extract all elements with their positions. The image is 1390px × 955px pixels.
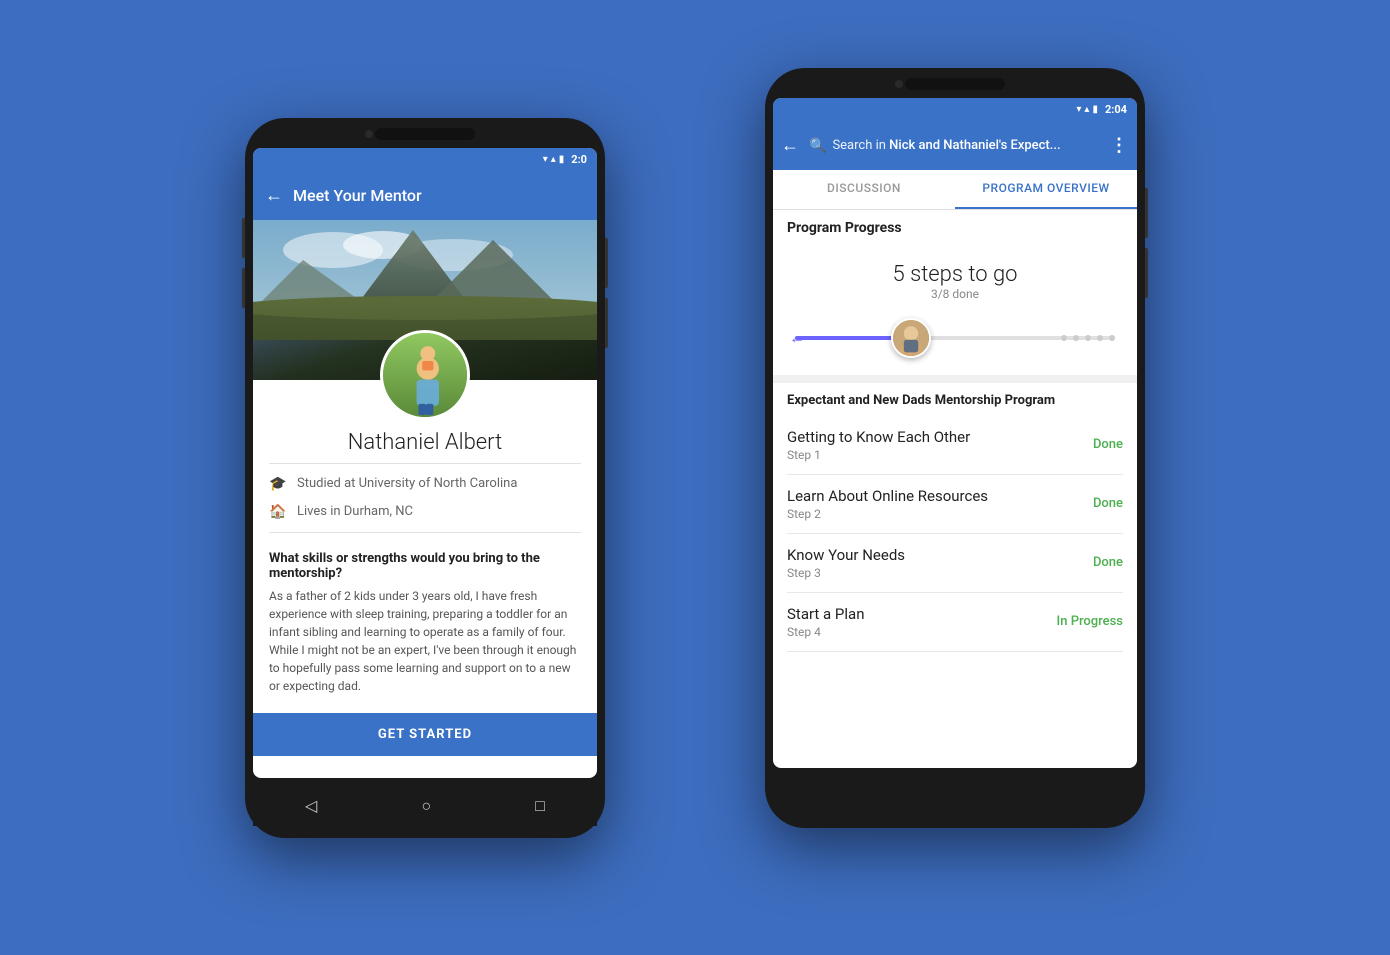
step-name-1: Getting to Know Each Other — [787, 428, 970, 446]
more-options-icon[interactable]: ⋮ — [1110, 135, 1129, 156]
bottom-nav-left: ◁ ○ □ — [253, 786, 597, 826]
done-fraction: 3/8 done — [787, 287, 1123, 301]
app-bar-right: ← 🔍 Search in Nick and Nathaniel's Expec… — [773, 122, 1137, 170]
step-info-4: Start a Plan Step 4 — [787, 605, 864, 639]
search-prefix: Search in — [832, 138, 886, 153]
status-icons-left: ▾ ▴ ▮ 2:0 — [543, 153, 587, 166]
phone-left: ▾ ▴ ▮ 2:0 ← Meet Your Mentor — [245, 118, 605, 838]
phone-camera-right — [895, 80, 903, 88]
step-info-3: Know Your Needs Step 3 — [787, 546, 905, 580]
phone-notch-right — [905, 78, 1005, 90]
screen-title-left: Meet Your Mentor — [293, 186, 585, 205]
progress-bar-container: ← — [787, 313, 1123, 363]
battery-icon-left: ▮ — [559, 154, 565, 165]
back-arrow-left[interactable]: ← — [265, 185, 283, 206]
steps-section: Expectant and New Dads Mentorship Progra… — [773, 383, 1137, 658]
progress-dots — [1061, 335, 1115, 341]
step-num-2: Step 2 — [787, 507, 988, 521]
step-item-2[interactable]: Learn About Online Resources Step 2 Done — [787, 475, 1123, 534]
dot-4 — [1097, 335, 1103, 341]
steps-to-go: 5 steps to go — [787, 262, 1123, 287]
education-icon: 🎓 — [269, 476, 287, 492]
progress-thumb — [891, 318, 931, 358]
location-row: 🏠 Lives in Durham, NC — [253, 498, 597, 526]
step-name-3: Know Your Needs — [787, 546, 905, 564]
signal-icon-right: ▴ — [1084, 104, 1089, 115]
avatar-left — [380, 330, 470, 420]
question-title: What skills or strengths would you bring… — [269, 551, 581, 581]
divider-1 — [269, 463, 581, 464]
steps-section-label: Expectant and New Dads Mentorship Progra… — [787, 393, 1123, 408]
step-num-1: Step 1 — [787, 448, 970, 462]
tab-program-overview-label: PROGRAM OVERVIEW — [982, 181, 1109, 195]
status-bar-left: ▾ ▴ ▮ 2:0 — [253, 148, 597, 172]
step-info-1: Getting to Know Each Other Step 1 — [787, 428, 970, 462]
step-num-3: Step 3 — [787, 566, 905, 580]
search-text: Search in Nick and Nathaniel's Expect... — [832, 138, 1060, 153]
tabs-bar: DISCUSSION PROGRAM OVERVIEW — [773, 170, 1137, 210]
battery-icon-right: ▮ — [1092, 104, 1098, 115]
education-text: Studied at University of North Carolina — [297, 476, 517, 491]
question-answer: As a father of 2 kids under 3 years old,… — [269, 587, 581, 695]
avatar-container — [253, 330, 597, 420]
step-name-2: Learn About Online Resources — [787, 487, 988, 505]
step-item-3[interactable]: Know Your Needs Step 3 Done — [787, 534, 1123, 593]
tab-discussion-label: DISCUSSION — [827, 181, 901, 195]
search-context: Nick and Nathaniel's Expect... — [889, 138, 1060, 153]
side-btn-top-left — [605, 238, 608, 288]
question-section: What skills or strengths would you bring… — [253, 539, 597, 703]
program-section: Program Progress — [773, 210, 1137, 250]
phone-notch-left — [375, 128, 475, 140]
location-text: Lives in Durham, NC — [297, 504, 413, 519]
signal-icon-left: ▴ — [551, 154, 556, 165]
side-btn-mid-right — [1145, 248, 1148, 298]
step-item-1[interactable]: Getting to Know Each Other Step 1 Done — [787, 416, 1123, 475]
vol-up-left — [242, 218, 245, 258]
status-icons-right: ▾ ▴ ▮ 2:04 — [1076, 103, 1127, 116]
phones-container: ▾ ▴ ▮ 2:0 ← Meet Your Mentor — [245, 68, 1145, 888]
phone-camera-left — [365, 130, 373, 138]
wifi-icon-right: ▾ — [1076, 104, 1081, 115]
step-status-3: Done — [1093, 555, 1123, 570]
status-bar-right: ▾ ▴ ▮ 2:04 — [773, 98, 1137, 122]
step-status-4: In Progress — [1057, 614, 1123, 629]
step-name-4: Start a Plan — [787, 605, 864, 623]
phone-screen-left: ▾ ▴ ▮ 2:0 ← Meet Your Mentor — [253, 148, 597, 778]
progress-card: 5 steps to go 3/8 done ← — [773, 250, 1137, 383]
search-icon: 🔍 — [809, 138, 826, 154]
progress-arrow-icon: ← — [789, 328, 805, 348]
phone-screen-right: ▾ ▴ ▮ 2:04 ← 🔍 Search in Nick and Nathan… — [773, 98, 1137, 768]
dot-1 — [1061, 335, 1067, 341]
tab-discussion[interactable]: DISCUSSION — [773, 170, 955, 209]
profile-name: Nathaniel Albert — [253, 430, 597, 455]
nav-back-left[interactable]: ◁ — [305, 796, 317, 815]
vol-down-left — [242, 268, 245, 308]
wifi-icon-left: ▾ — [543, 154, 548, 165]
step-info-2: Learn About Online Resources Step 2 — [787, 487, 988, 521]
tab-program-overview[interactable]: PROGRAM OVERVIEW — [955, 170, 1137, 209]
step-num-4: Step 4 — [787, 625, 864, 639]
time-right: 2:04 — [1105, 103, 1127, 116]
get-started-button[interactable]: GET STARTED — [253, 713, 597, 756]
phone-right: ▾ ▴ ▮ 2:04 ← 🔍 Search in Nick and Nathan… — [765, 68, 1145, 828]
program-progress-title: Program Progress — [787, 220, 1123, 236]
nav-home-left[interactable]: ○ — [421, 796, 431, 816]
education-row: 🎓 Studied at University of North Carolin… — [253, 470, 597, 498]
app-bar-left: ← Meet Your Mentor — [253, 172, 597, 220]
search-bar[interactable]: 🔍 Search in Nick and Nathaniel's Expect.… — [805, 138, 1104, 154]
step-status-1: Done — [1093, 437, 1123, 452]
side-btn-mid-left — [605, 298, 608, 348]
side-btn-top-right — [1145, 188, 1148, 238]
step-item-4[interactable]: Start a Plan Step 4 In Progress — [787, 593, 1123, 652]
dot-3 — [1085, 335, 1091, 341]
back-arrow-right[interactable]: ← — [781, 135, 799, 156]
dot-5 — [1109, 335, 1115, 341]
divider-2 — [269, 532, 581, 533]
nav-recents-left[interactable]: □ — [535, 796, 545, 816]
time-left: 2:0 — [571, 153, 587, 166]
dot-2 — [1073, 335, 1079, 341]
location-icon: 🏠 — [269, 504, 287, 520]
step-status-2: Done — [1093, 496, 1123, 511]
